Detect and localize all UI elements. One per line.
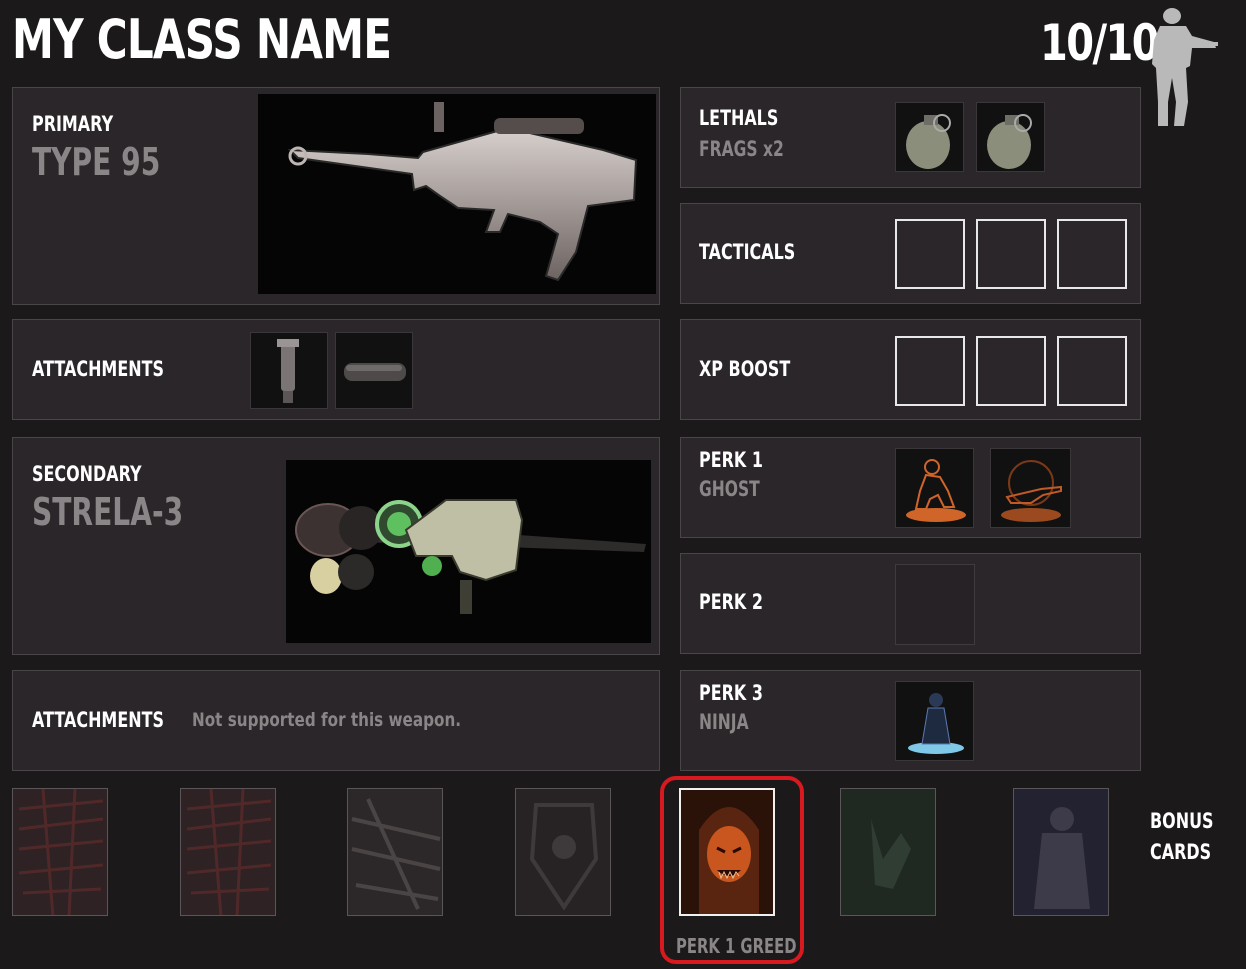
ghost-perk-shape	[906, 459, 966, 522]
bonus-card-6[interactable]	[840, 788, 936, 916]
suppressor-shape	[344, 363, 406, 381]
bonus-cards-label-line-2: CARDS	[1150, 840, 1212, 864]
primary-attachments-panel[interactable]: ATTACHMENTS	[12, 319, 660, 420]
primary-weapon-panel[interactable]: PRIMARY TYPE 95	[12, 87, 660, 305]
secondary-attachments-label: ATTACHMENTS	[32, 708, 164, 732]
perk-3-label: PERK 3	[699, 681, 763, 705]
strela-3-launcher-icon	[295, 499, 646, 614]
hand-card-icon	[871, 819, 911, 889]
secondary-label: SECONDARY	[32, 462, 142, 486]
type-95-rifle-icon	[287, 102, 638, 282]
tactical-slot-1[interactable]	[895, 219, 965, 289]
perk-1-item-name: GHOST	[699, 477, 760, 501]
grenade-shape-2	[987, 114, 1032, 169]
perk-sniper-icon[interactable]	[990, 448, 1071, 528]
tactical-slot-2[interactable]	[976, 219, 1046, 289]
overkill-card-icon	[18, 789, 104, 915]
tacticals-label: TACTICALS	[699, 240, 796, 264]
grenade-icon[interactable]	[895, 102, 964, 172]
bonus-card-2[interactable]	[180, 788, 276, 916]
figure-card-icon	[1034, 807, 1090, 909]
overkill-card-icon-2	[186, 789, 272, 915]
xp-boost-label: XP BOOST	[699, 357, 791, 381]
primary-weapon-name: TYPE 95	[32, 140, 161, 184]
class-name-title[interactable]: MY CLASS NAME	[12, 8, 392, 71]
selected-card-label: PERK 1 GREED	[676, 934, 797, 958]
primary-attachments-label: ATTACHMENTS	[32, 357, 164, 381]
foregrip-icon[interactable]	[250, 332, 328, 409]
perk-1-panel[interactable]: PERK 1 GHOST	[680, 437, 1141, 538]
tacticals-panel[interactable]: TACTICALS	[680, 203, 1141, 304]
bonus-cards-label-line-1: BONUS	[1150, 809, 1214, 833]
perk-3-panel[interactable]: PERK 3 NINJA	[680, 670, 1141, 771]
perk-2-panel[interactable]: PERK 2	[680, 553, 1141, 654]
xp-boost-panel[interactable]: XP BOOST	[680, 319, 1141, 420]
ghost-perk-icon[interactable]	[895, 448, 974, 528]
xp-boost-slot-1[interactable]	[895, 336, 965, 406]
secondary-weapon-preview	[286, 460, 651, 643]
tactical-slot-3[interactable]	[1057, 219, 1127, 289]
bonus-card-1[interactable]	[12, 788, 108, 916]
allocation-points-counter: 10/10	[1040, 14, 1160, 72]
secondary-weapon-name: STRELA-3	[32, 490, 184, 534]
foregrip-shape	[277, 339, 299, 403]
ninja-perk-icon[interactable]	[895, 681, 974, 761]
xp-boost-slot-3[interactable]	[1057, 336, 1127, 406]
lethals-panel[interactable]: LETHALS FRAGS x2	[680, 87, 1141, 188]
secondary-weapon-panel[interactable]: SECONDARY STRELA-3	[12, 437, 660, 655]
ninja-perk-shape	[908, 693, 964, 754]
bonus-card-7[interactable]	[1013, 788, 1109, 916]
bonus-cards-heading: BONUS CARDS	[1150, 806, 1214, 868]
secondary-attachments-panel[interactable]: ATTACHMENTS Not supported for this weapo…	[12, 670, 660, 771]
lethals-label: LETHALS	[699, 106, 779, 130]
shield-card-icon	[529, 803, 599, 911]
perk-3-item-name: NINJA	[699, 710, 749, 734]
soldier-silhouette-icon	[1152, 8, 1218, 126]
perk-sniper-shape	[1001, 460, 1062, 522]
attachments-unsupported-note: Not supported for this weapon.	[192, 709, 462, 731]
primary-label: PRIMARY	[32, 112, 114, 136]
perk-2-empty-slot[interactable]	[895, 564, 975, 645]
weapons-card-icon	[351, 798, 441, 910]
grenade-shape	[906, 114, 951, 169]
bonus-card-3[interactable]	[347, 788, 443, 916]
suppressor-icon[interactable]	[335, 332, 413, 409]
grenade-icon-2[interactable]	[976, 102, 1045, 172]
primary-weapon-preview	[258, 94, 656, 294]
xp-boost-slot-2[interactable]	[976, 336, 1046, 406]
perk-2-label: PERK 2	[699, 590, 763, 614]
perk-1-label: PERK 1	[699, 448, 763, 472]
lethals-item-name: FRAGS x2	[699, 137, 784, 161]
bonus-card-4[interactable]	[515, 788, 611, 916]
